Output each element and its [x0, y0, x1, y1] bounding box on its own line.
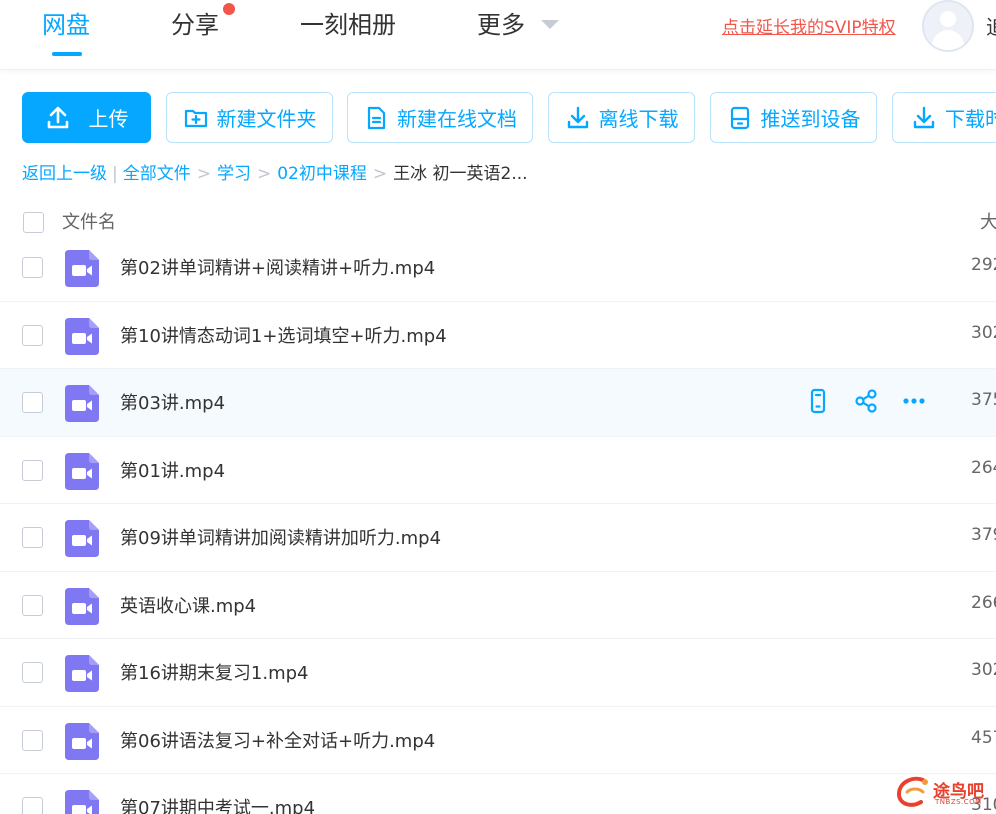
breadcrumb-current: 王冰 初一英语2... — [393, 164, 528, 184]
file-row[interactable]: 第06讲语法复习+补全对话+听力.mp4 457 — [0, 706, 996, 774]
video-file-icon — [65, 250, 99, 287]
file-name[interactable]: 第10讲情态动词1+选词填空+听力.mp4 — [120, 322, 447, 348]
select-all-checkbox[interactable] — [23, 212, 44, 233]
watermark-subtext: TNBZS.COM — [935, 798, 982, 806]
top-navigation: 网盘 分享 一刻相册 更多 点击延长我的SVIP特权 追 — [0, 0, 996, 70]
file-name[interactable]: 英语收心课.mp4 — [120, 592, 256, 618]
file-name[interactable]: 第06讲语法复习+补全对话+听力.mp4 — [120, 727, 435, 753]
tab-album[interactable]: 一刻相册 — [300, 8, 396, 42]
file-row[interactable]: 第16讲期末复习1.mp4 302 — [0, 639, 996, 707]
download-label: 下载时 — [945, 107, 996, 131]
file-size: 375 — [971, 390, 996, 410]
row-checkbox[interactable] — [22, 594, 43, 616]
breadcrumb-all-files[interactable]: 全部文件 — [123, 161, 191, 187]
upload-icon — [47, 106, 68, 128]
upload-button[interactable]: 上传 — [22, 92, 151, 143]
document-icon — [367, 106, 386, 129]
share-icon[interactable] — [852, 387, 880, 419]
row-checkbox[interactable] — [22, 459, 43, 481]
file-name[interactable]: 第03讲.mp4 — [120, 389, 225, 415]
row-checkbox[interactable] — [22, 392, 43, 413]
phone-icon[interactable] — [804, 387, 832, 419]
download-button[interactable]: 下载时 — [892, 92, 996, 143]
new-doc-label: 新建在线文档 — [397, 107, 517, 131]
breadcrumb-junior-courses[interactable]: 02初中课程 — [277, 161, 367, 187]
file-name[interactable]: 第16讲期末复习1.mp4 — [120, 659, 309, 685]
video-file-icon — [65, 317, 99, 355]
row-checkbox[interactable] — [22, 797, 43, 814]
device-icon — [730, 106, 749, 129]
row-checkbox[interactable] — [22, 527, 43, 548]
file-name[interactable]: 第07讲期中考试一.mp4 — [120, 794, 315, 814]
file-row[interactable]: 第02讲单词精讲+阅读精讲+听力.mp4 292 — [0, 236, 996, 302]
push-device-button[interactable]: 推送到设备 — [710, 92, 877, 143]
file-size: 266 — [971, 592, 996, 613]
download-icon — [567, 106, 588, 128]
video-file-icon — [65, 452, 99, 490]
file-row[interactable]: 英语收心课.mp4 266 — [0, 571, 996, 639]
breadcrumb-separator: > — [372, 164, 388, 184]
file-name[interactable]: 第09讲单词精讲加阅读精讲加听力.mp4 — [120, 524, 441, 550]
file-name[interactable]: 第02讲单词精讲+阅读精讲+听力.mp4 — [120, 254, 435, 280]
file-size: 264 — [971, 457, 996, 478]
chevron-down-icon[interactable] — [541, 20, 559, 29]
watermark: 途鸟吧 TNBZS.COM — [893, 774, 993, 812]
file-size: 379 — [971, 525, 996, 545]
video-file-icon — [65, 722, 99, 760]
file-size: 302 — [971, 660, 996, 680]
user-name[interactable]: 追 — [986, 11, 996, 40]
upload-label: 上传 — [88, 107, 129, 131]
tab-netdisk[interactable]: 网盘 — [42, 8, 90, 42]
breadcrumb-study[interactable]: 学习 — [217, 161, 251, 187]
video-file-icon — [65, 587, 99, 625]
svip-renew-link[interactable]: 点击延长我的SVIP特权 — [722, 13, 896, 38]
file-row[interactable]: 第01讲.mp4 264 — [0, 436, 996, 504]
video-file-icon — [65, 655, 99, 692]
breadcrumb-separator: > — [196, 164, 211, 184]
row-checkbox[interactable] — [22, 324, 43, 346]
tab-more[interactable]: 更多 — [477, 8, 525, 42]
file-row[interactable]: 第07讲期中考试一.mp4310 — [0, 774, 996, 814]
offline-download-button[interactable]: 离线下载 — [548, 92, 695, 143]
push-device-label: 推送到设备 — [760, 107, 861, 131]
video-file-icon — [65, 790, 99, 814]
back-link[interactable]: 返回上一级 — [22, 161, 107, 187]
column-header-size[interactable]: 大 — [980, 208, 996, 234]
row-actions — [804, 387, 928, 419]
file-size: 292 — [971, 255, 996, 275]
offline-download-label: 离线下载 — [598, 107, 679, 131]
video-file-icon — [65, 520, 99, 557]
tab-share[interactable]: 分享 — [171, 8, 219, 42]
active-tab-indicator — [52, 52, 82, 56]
new-folder-icon — [184, 109, 207, 127]
avatar[interactable] — [922, 0, 974, 52]
file-row[interactable]: 第03讲.mp4 375 — [0, 369, 996, 437]
breadcrumb: 返回上一级 | 全部文件 > 学习 > 02初中课程 > 王冰 初一英语2... — [22, 161, 528, 187]
column-header-name[interactable]: 文件名 — [62, 208, 116, 234]
row-checkbox[interactable] — [22, 257, 43, 278]
new-folder-button[interactable]: 新建文件夹 — [166, 92, 333, 143]
video-file-icon — [65, 385, 99, 422]
download-icon — [913, 106, 935, 128]
file-row[interactable]: 第09讲单词精讲加阅读精讲加听力.mp4 379 — [0, 504, 996, 572]
file-size: 302 — [971, 322, 996, 343]
breadcrumb-separator: > — [256, 164, 272, 184]
new-doc-button[interactable]: 新建在线文档 — [347, 92, 533, 143]
more-icon[interactable] — [900, 387, 928, 419]
watermark-logo-icon — [896, 776, 928, 807]
breadcrumb-divider: | — [112, 164, 118, 184]
new-folder-label: 新建文件夹 — [216, 107, 317, 131]
file-name[interactable]: 第01讲.mp4 — [120, 457, 225, 483]
row-checkbox[interactable] — [22, 729, 43, 751]
notification-dot — [223, 3, 235, 15]
file-list: 第02讲单词精讲+阅读精讲+听力.mp4 292 第10讲情态动词1+选词填空+听力… — [0, 236, 996, 814]
file-size: 457 — [971, 727, 996, 748]
file-row[interactable]: 第10讲情态动词1+选词填空+听力.mp4 302 — [0, 301, 996, 369]
row-checkbox[interactable] — [22, 662, 43, 683]
